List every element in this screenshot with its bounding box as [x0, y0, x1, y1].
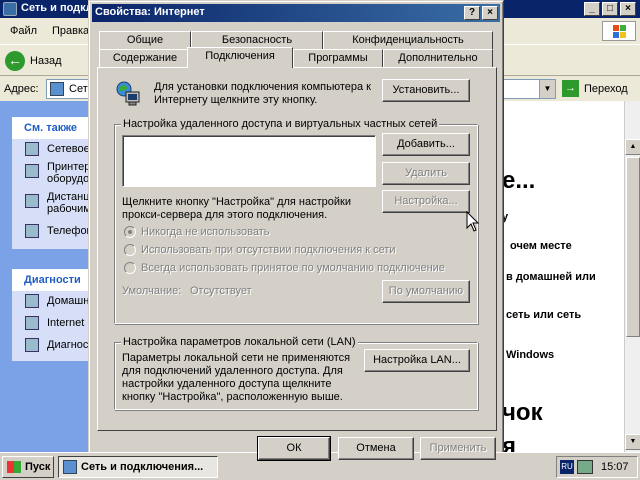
setup-button[interactable]: Установить...	[382, 79, 470, 102]
troubleshoot-box: Диагности Домашн Internet Диагнос	[12, 269, 100, 361]
troubleshoot-item[interactable]: Домашн	[12, 291, 100, 313]
add-button[interactable]: Добавить...	[382, 133, 470, 156]
tab-privacy[interactable]: Конфиденциальность	[323, 31, 493, 49]
mouse-pointer-icon	[466, 210, 480, 233]
content-line[interactable]: сеть или сеть	[506, 309, 581, 321]
menu-edit[interactable]: Правка	[52, 25, 89, 37]
ok-button[interactable]: ОК	[257, 436, 331, 461]
network-folder-icon	[63, 460, 77, 474]
network-icon	[25, 142, 39, 156]
dialog-title: Свойства: Интернет	[95, 6, 205, 18]
internet-properties-dialog: Свойства: Интернет ? × Общие Безопасност…	[88, 0, 504, 462]
content-line: очем месте	[510, 240, 572, 252]
see-also-header[interactable]: См. также	[12, 117, 100, 139]
see-also-item[interactable]: Дистанц рабочим	[12, 191, 100, 221]
back-arrow-icon: ←	[5, 51, 25, 71]
dialog-close-button[interactable]: ×	[482, 6, 498, 20]
dialog-titlebar: Свойства: Интернет ? ×	[92, 4, 500, 22]
address-label: Адрес:	[4, 83, 39, 95]
taskbar-item-label: Сеть и подключения...	[81, 461, 204, 473]
see-also-box: См. также Сетевое Принтер оборудо Дистан…	[12, 117, 100, 249]
menu-file[interactable]: Файл	[10, 25, 37, 37]
tab-advanced[interactable]: Дополнительно	[383, 49, 493, 67]
content-heading: е...	[502, 167, 536, 194]
back-button[interactable]: ← Назад	[4, 49, 82, 73]
language-indicator[interactable]: RU	[560, 460, 574, 474]
vertical-scrollbar[interactable]: ▲ ▼	[624, 101, 640, 452]
tab-programs[interactable]: Программы	[293, 49, 383, 67]
see-also-item[interactable]: Сетевое	[12, 139, 100, 161]
system-tray: RU 15:07	[556, 456, 638, 478]
content-line: Windows	[506, 349, 555, 361]
scroll-down-button[interactable]: ▼	[625, 434, 640, 450]
network-folder-icon	[50, 82, 64, 96]
content-heading: чок	[502, 399, 543, 426]
cancel-button[interactable]: Отмена	[338, 437, 414, 460]
troubleshoot-header[interactable]: Диагности	[12, 269, 100, 291]
see-also-item[interactable]: Принтер оборудо	[12, 161, 100, 191]
task-pane: См. также Сетевое Принтер оборудо Дистан…	[0, 101, 100, 452]
help-icon	[25, 294, 39, 308]
scroll-up-button[interactable]: ▲	[625, 139, 640, 155]
clock[interactable]: 15:07	[601, 461, 629, 473]
troubleshoot-item[interactable]: Диагнос	[12, 335, 100, 357]
content-line[interactable]: в домашней или	[506, 271, 596, 283]
minimize-button[interactable]: _	[584, 2, 600, 16]
go-button[interactable]: → Переход	[562, 80, 640, 98]
tab-general[interactable]: Общие	[99, 31, 191, 49]
lan-settings-button[interactable]: Настройка LAN...	[364, 349, 470, 372]
explorer-close-button[interactable]: ×	[620, 2, 636, 16]
taskbar-item-network[interactable]: Сеть и подключения...	[58, 456, 218, 478]
troubleshoot-item[interactable]: Internet	[12, 313, 100, 335]
go-label: Переход	[584, 83, 628, 95]
remote-desktop-icon	[25, 194, 39, 208]
tab-connections[interactable]: Подключения	[187, 47, 293, 68]
address-dropdown-button[interactable]: ▼	[539, 80, 555, 98]
phone-icon	[25, 224, 39, 238]
tab-content[interactable]: Содержание	[99, 49, 191, 67]
go-arrow-icon: →	[562, 80, 579, 97]
windows-flag-icon	[7, 461, 21, 473]
address-value: Сет	[69, 83, 88, 95]
printer-icon	[25, 164, 39, 178]
network-status-icon[interactable]	[577, 460, 593, 474]
scroll-thumb[interactable]	[626, 157, 640, 337]
help-button[interactable]: ?	[464, 6, 480, 20]
network-folder-icon	[3, 2, 17, 16]
start-button[interactable]: Пуск	[2, 456, 54, 478]
connections-tab-panel	[97, 67, 497, 431]
connections-list[interactable]	[122, 135, 376, 187]
explorer-title: Сеть и подкл	[21, 2, 93, 14]
see-also-item[interactable]: Телефон	[12, 221, 100, 243]
help-icon	[25, 338, 39, 352]
start-label: Пуск	[25, 461, 51, 473]
windows-logo-icon	[602, 21, 636, 41]
back-label: Назад	[30, 55, 62, 67]
help-icon	[25, 316, 39, 330]
maximize-button[interactable]: □	[602, 2, 618, 16]
